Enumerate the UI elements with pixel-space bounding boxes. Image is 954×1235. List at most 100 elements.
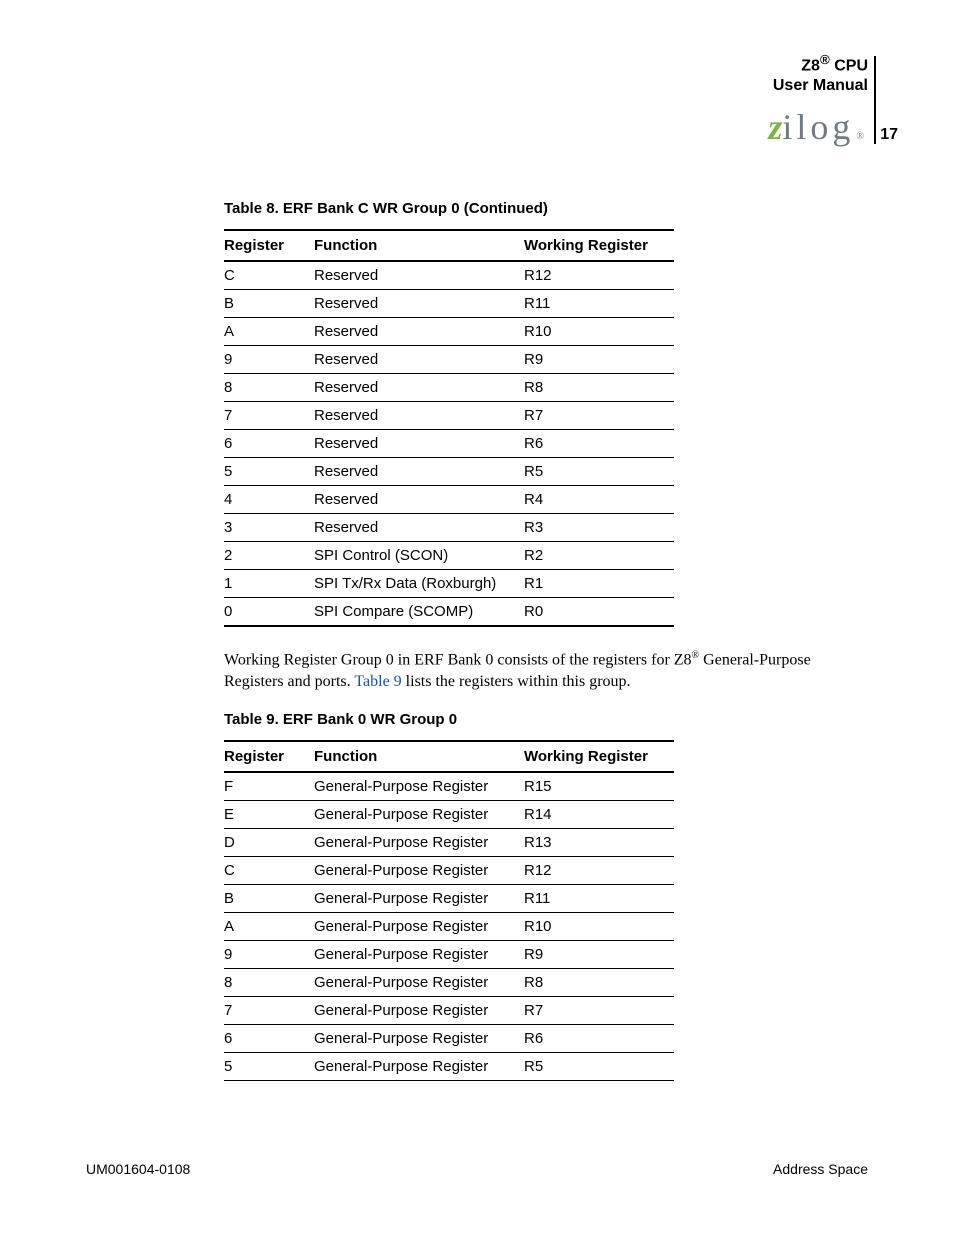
- table-cell: General-Purpose Register: [314, 828, 524, 856]
- page-header: Z8® CPU User Manual zilog®: [768, 52, 868, 148]
- table-cell: R12: [524, 856, 674, 884]
- table-row: 4ReservedR4: [224, 486, 674, 514]
- table-cell: General-Purpose Register: [314, 968, 524, 996]
- page-content: Table 8. ERF Bank C WR Group 0 (Continue…: [224, 200, 864, 1081]
- table-cell: R9: [524, 346, 674, 374]
- table-cell: R4: [524, 486, 674, 514]
- table-cell: General-Purpose Register: [314, 772, 524, 801]
- table-cell: R5: [524, 458, 674, 486]
- table-cell: R13: [524, 828, 674, 856]
- table-row: 8ReservedR8: [224, 374, 674, 402]
- logo-text: ilog: [782, 106, 854, 148]
- table-cell: 5: [224, 1052, 314, 1080]
- table-cell: C: [224, 261, 314, 290]
- table-row: EGeneral-Purpose RegisterR14: [224, 800, 674, 828]
- page-number: 17: [880, 126, 898, 144]
- table8-hdr-function: Function: [314, 230, 524, 261]
- table-cell: Reserved: [314, 374, 524, 402]
- table-row: 6General-Purpose RegisterR6: [224, 1024, 674, 1052]
- table-cell: R8: [524, 968, 674, 996]
- table-cell: R6: [524, 430, 674, 458]
- table-cell: 7: [224, 402, 314, 430]
- table-cell: General-Purpose Register: [314, 1024, 524, 1052]
- table-cell: R11: [524, 290, 674, 318]
- table-cell: 2: [224, 542, 314, 570]
- table-cell: General-Purpose Register: [314, 940, 524, 968]
- table-cell: 9: [224, 346, 314, 374]
- table8-hdr-register: Register: [224, 230, 314, 261]
- table9-link[interactable]: Table 9: [354, 673, 401, 690]
- table-cell: R8: [524, 374, 674, 402]
- table-cell: Reserved: [314, 430, 524, 458]
- table-cell: A: [224, 912, 314, 940]
- table-row: AGeneral-Purpose RegisterR10: [224, 912, 674, 940]
- table-row: 7General-Purpose RegisterR7: [224, 996, 674, 1024]
- logo-tm: ®: [856, 131, 868, 142]
- table-cell: 8: [224, 968, 314, 996]
- table-row: FGeneral-Purpose RegisterR15: [224, 772, 674, 801]
- table-row: 7ReservedR7: [224, 402, 674, 430]
- table9-hdr-function: Function: [314, 741, 524, 772]
- table-cell: A: [224, 318, 314, 346]
- table-cell: Reserved: [314, 346, 524, 374]
- table-cell: 5: [224, 458, 314, 486]
- table8: Register Function Working Register CRese…: [224, 229, 674, 627]
- page-footer: UM001604-0108 Address Space: [86, 1161, 868, 1177]
- table-cell: Reserved: [314, 514, 524, 542]
- table-cell: General-Purpose Register: [314, 996, 524, 1024]
- table9: Register Function Working Register FGene…: [224, 740, 674, 1081]
- table8-caption: Table 8. ERF Bank C WR Group 0 (Continue…: [224, 200, 864, 217]
- table-cell: R5: [524, 1052, 674, 1080]
- table-cell: R14: [524, 800, 674, 828]
- table-cell: Reserved: [314, 486, 524, 514]
- table-cell: Reserved: [314, 318, 524, 346]
- table-row: 9General-Purpose RegisterR9: [224, 940, 674, 968]
- table-row: 0SPI Compare (SCOMP)R0: [224, 598, 674, 627]
- table-cell: R7: [524, 996, 674, 1024]
- footer-right: Address Space: [773, 1161, 868, 1177]
- table-cell: General-Purpose Register: [314, 800, 524, 828]
- table-cell: 7: [224, 996, 314, 1024]
- table-cell: R3: [524, 514, 674, 542]
- table-row: CGeneral-Purpose RegisterR12: [224, 856, 674, 884]
- zilog-logo: zilog®: [768, 106, 868, 148]
- table-cell: General-Purpose Register: [314, 884, 524, 912]
- table-cell: SPI Control (SCON): [314, 542, 524, 570]
- table-cell: C: [224, 856, 314, 884]
- table-cell: 4: [224, 486, 314, 514]
- table-cell: R12: [524, 261, 674, 290]
- table-row: BGeneral-Purpose RegisterR11: [224, 884, 674, 912]
- para-t3: lists the registers within this group.: [402, 673, 631, 690]
- table-cell: R11: [524, 884, 674, 912]
- footer-left: UM001604-0108: [86, 1161, 190, 1177]
- table9-header-row: Register Function Working Register: [224, 741, 674, 772]
- table-cell: General-Purpose Register: [314, 1052, 524, 1080]
- table-cell: Reserved: [314, 290, 524, 318]
- doc-title: Z8® CPU User Manual: [768, 52, 868, 96]
- table-cell: R1: [524, 570, 674, 598]
- table-cell: 3: [224, 514, 314, 542]
- title-cpu: CPU: [830, 57, 868, 74]
- table-row: 1SPI Tx/Rx Data (Roxburgh)R1: [224, 570, 674, 598]
- table-cell: SPI Compare (SCOMP): [314, 598, 524, 627]
- table-row: 5General-Purpose RegisterR5: [224, 1052, 674, 1080]
- table-cell: General-Purpose Register: [314, 856, 524, 884]
- table-cell: R2: [524, 542, 674, 570]
- table-cell: 8: [224, 374, 314, 402]
- table-cell: R9: [524, 940, 674, 968]
- table-row: 5ReservedR5: [224, 458, 674, 486]
- table-row: CReservedR12: [224, 261, 674, 290]
- table8-hdr-working: Working Register: [524, 230, 674, 261]
- table-row: DGeneral-Purpose RegisterR13: [224, 828, 674, 856]
- title-reg: ®: [820, 52, 830, 67]
- table-cell: R6: [524, 1024, 674, 1052]
- header-divider: [874, 56, 876, 144]
- para-sup: ®: [692, 650, 700, 661]
- table-cell: R10: [524, 912, 674, 940]
- table-cell: R10: [524, 318, 674, 346]
- table-cell: E: [224, 800, 314, 828]
- table-cell: R15: [524, 772, 674, 801]
- table-cell: 6: [224, 1024, 314, 1052]
- table-cell: B: [224, 884, 314, 912]
- table9-caption: Table 9. ERF Bank 0 WR Group 0: [224, 711, 864, 728]
